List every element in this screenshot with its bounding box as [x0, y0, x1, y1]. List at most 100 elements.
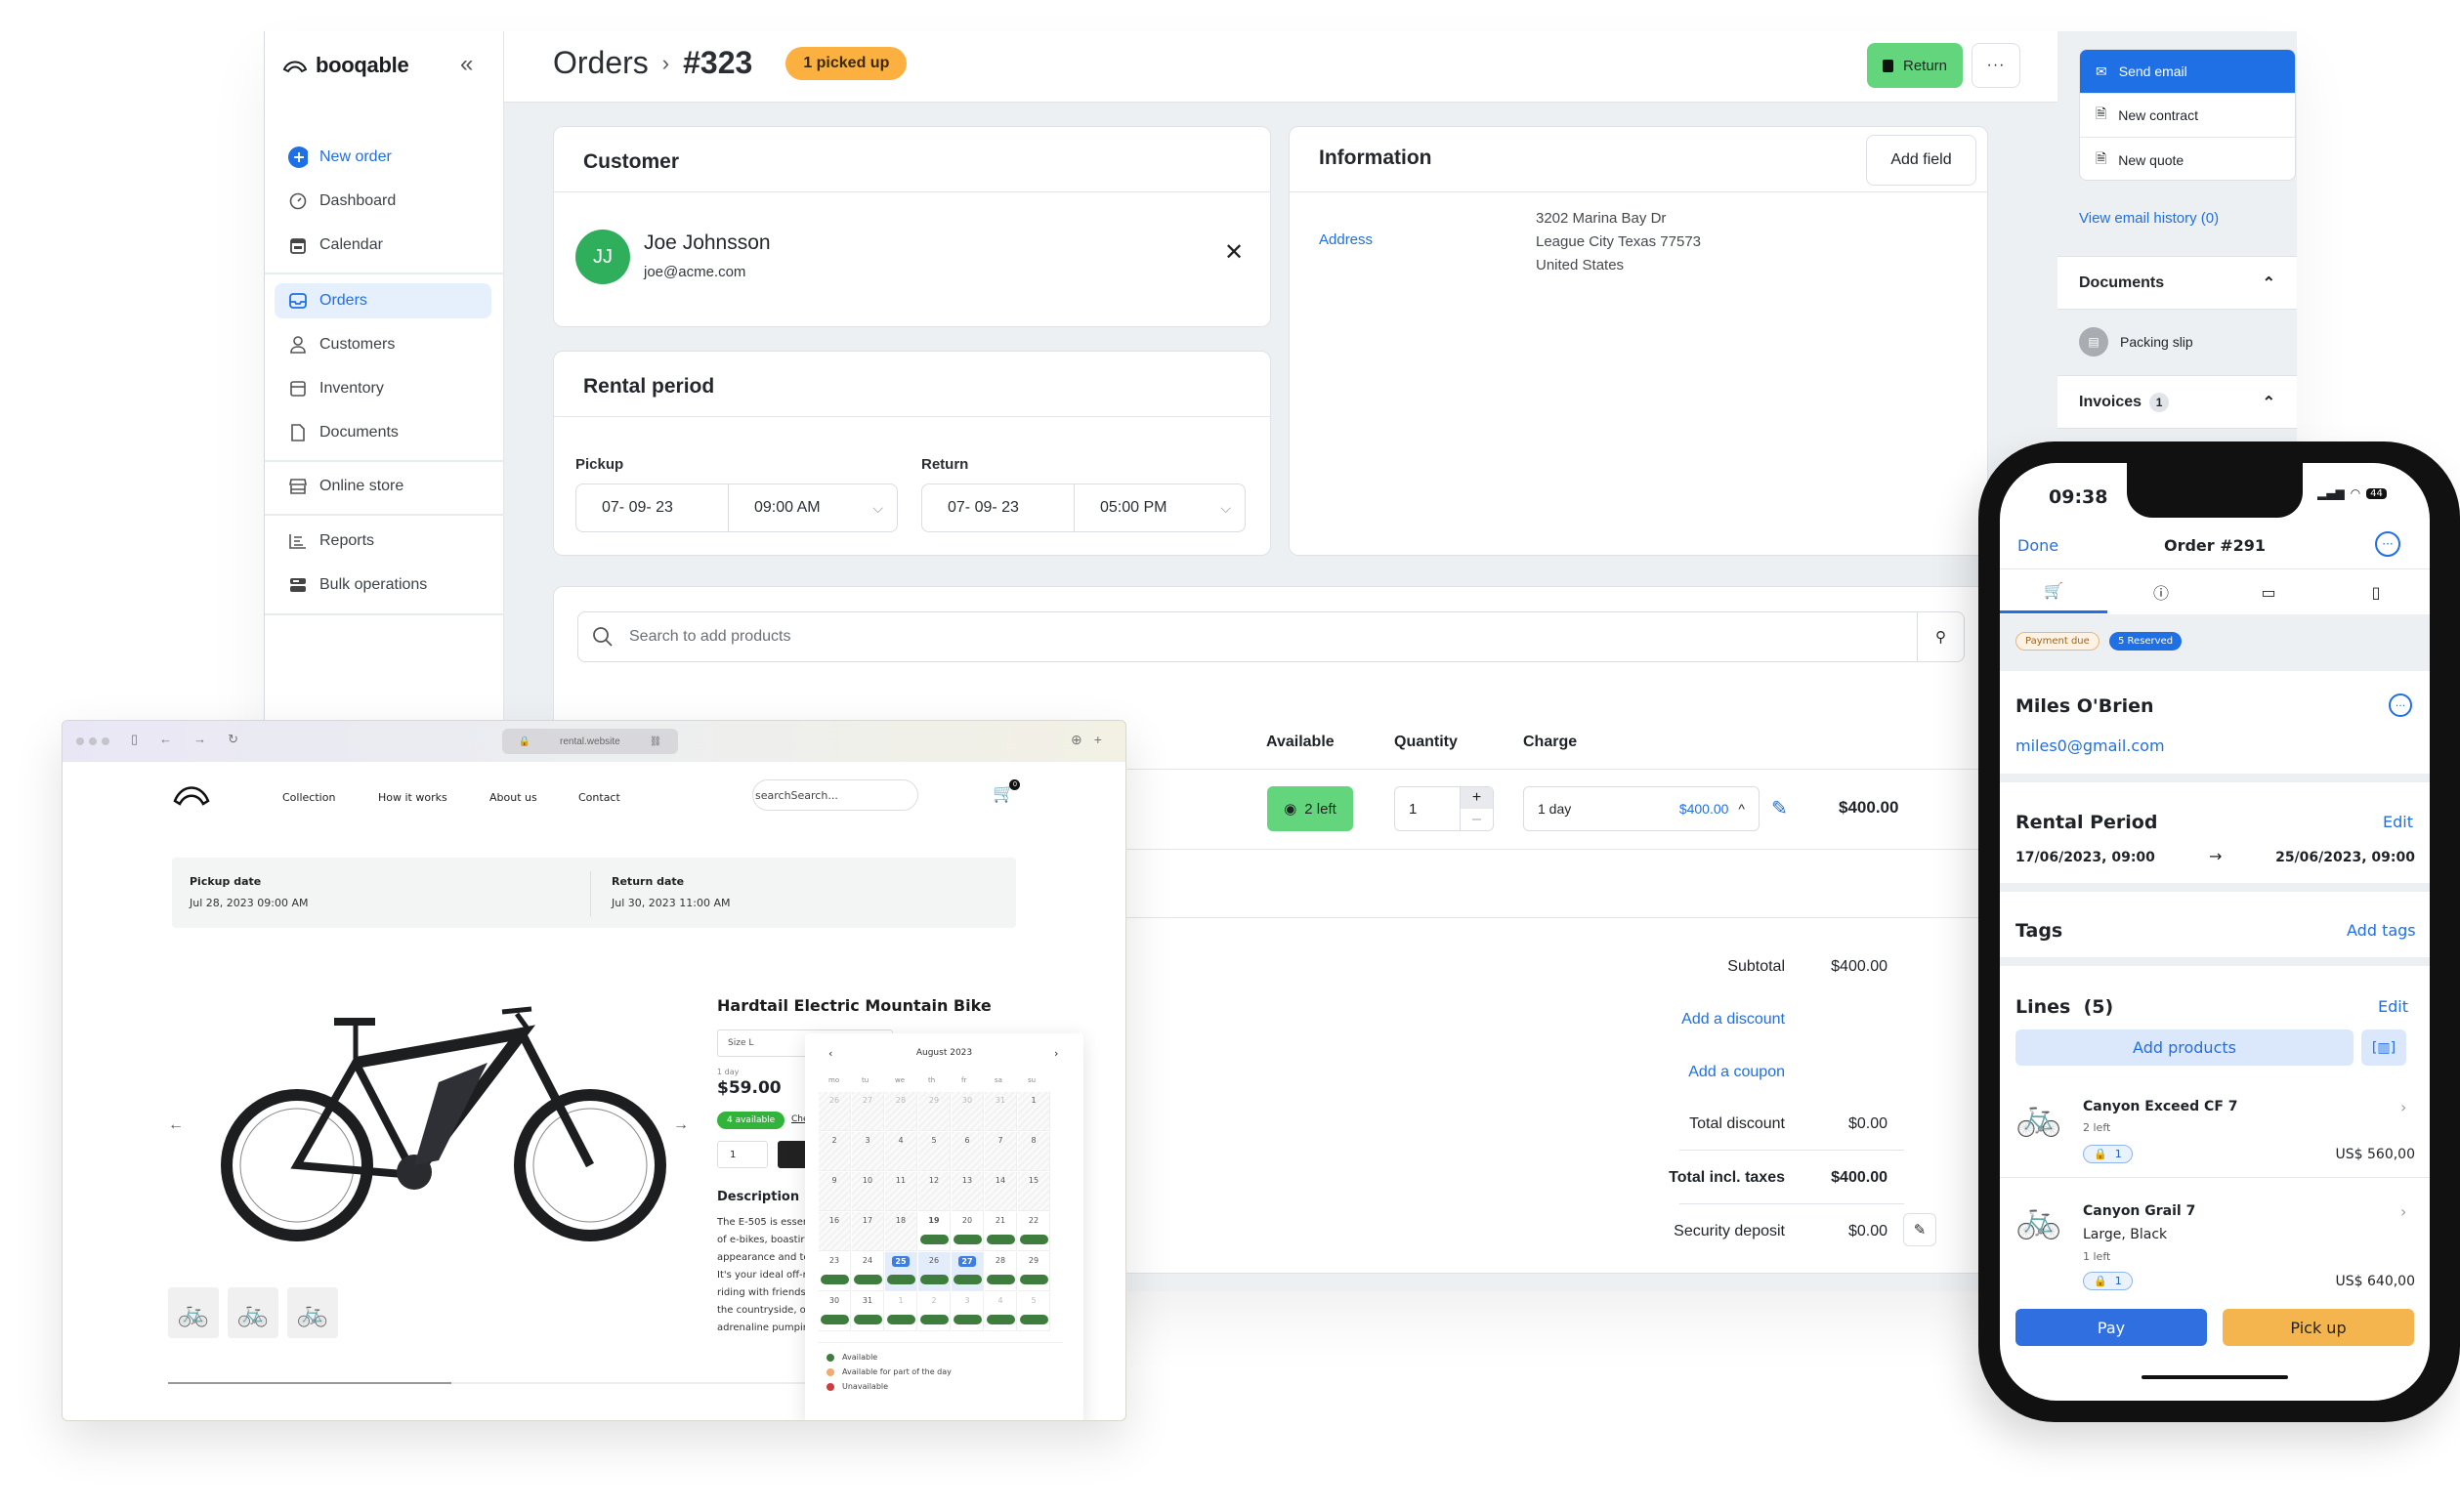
quantity-stepper[interactable]: 1 + – [1394, 786, 1494, 831]
sidebar-toggle-icon[interactable]: ▯ [131, 732, 138, 747]
calendar-day[interactable]: 4 [985, 1292, 1017, 1331]
add-tags-link[interactable]: Add tags [2347, 921, 2416, 940]
calendar-day[interactable]: 25 [885, 1252, 917, 1291]
next-month-button[interactable]: › [1054, 1047, 1058, 1060]
calendar-day[interactable]: 28 [885, 1092, 917, 1131]
nav-how-it-works[interactable]: How it works [378, 791, 447, 804]
add-coupon-link[interactable]: Add a coupon [1590, 1064, 1785, 1081]
chevron-right-icon[interactable]: › [2400, 1202, 2406, 1221]
product-search-field[interactable]: Search to add products ⚲ [577, 611, 1965, 662]
calendar-day[interactable]: 11 [885, 1172, 917, 1211]
sidebar-item-documents[interactable]: Documents [275, 415, 491, 450]
pick-up-button[interactable]: Pick up [2223, 1309, 2414, 1346]
next-image-arrow[interactable]: → [673, 1116, 689, 1134]
breadcrumb-orders-link[interactable]: Orders [553, 45, 649, 81]
calendar-day[interactable]: 2 [819, 1132, 851, 1171]
download-icon[interactable]: ⊕ [1071, 732, 1082, 748]
calendar-day[interactable]: 29 [918, 1092, 951, 1131]
calendar-day[interactable]: 18 [885, 1212, 917, 1251]
calendar-day[interactable]: 4 [885, 1132, 917, 1171]
pickup-time-select[interactable]: 09:00 AM ⌵ [728, 484, 897, 531]
pay-button[interactable]: Pay [2015, 1309, 2207, 1346]
scan-barcode-button[interactable]: [▥] [2361, 1029, 2406, 1066]
tab-cart[interactable]: 🛒 [2000, 570, 2107, 613]
new-tab-icon[interactable]: + [1094, 732, 1102, 748]
calendar-day[interactable]: 6 [952, 1132, 984, 1171]
sidebar-item-online-store[interactable]: Online store [275, 469, 491, 504]
calendar-day[interactable]: 24 [852, 1252, 884, 1291]
calendar-day[interactable]: 28 [985, 1252, 1017, 1291]
calendar-day[interactable]: 8 [1018, 1132, 1050, 1171]
calendar-day[interactable]: 30 [819, 1292, 851, 1331]
sidebar-item-reports[interactable]: Reports [275, 524, 491, 559]
line-item-name[interactable]: Canyon Grail 7 [2083, 1203, 2195, 1219]
quantity-value[interactable]: 1 [1395, 787, 1460, 830]
cart-icon[interactable]: 🛒 0 [993, 779, 1021, 804]
calendar-day[interactable]: 27 [852, 1092, 884, 1131]
store-quantity-input[interactable]: 1 [717, 1141, 768, 1168]
sidebar-item-inventory[interactable]: Inventory [275, 371, 491, 406]
line-item-name[interactable]: Canyon Exceed CF 7 [2083, 1099, 2238, 1114]
nav-collection[interactable]: Collection [282, 791, 335, 804]
edit-charge-icon[interactable]: ✎ [1771, 796, 1788, 820]
packing-slip-item[interactable]: ▤ Packing slip [2079, 327, 2193, 357]
increment-button[interactable]: + [1461, 787, 1493, 809]
calendar-day[interactable]: 1 [1018, 1092, 1050, 1131]
calendar-day[interactable]: 12 [918, 1172, 951, 1211]
store-logo-icon[interactable] [172, 779, 211, 812]
calendar-day[interactable]: 27 [952, 1252, 984, 1291]
calendar-day[interactable]: 15 [1018, 1172, 1050, 1211]
calendar-day[interactable]: 14 [985, 1172, 1017, 1211]
calendar-day[interactable]: 26 [819, 1092, 851, 1131]
rental-dates-box[interactable]: Pickup date Jul 28, 2023 09:00 AM Return… [172, 858, 1016, 928]
calendar-day[interactable]: 1 [885, 1292, 917, 1331]
customer-email[interactable]: joe@acme.com [644, 264, 745, 280]
calendar-day[interactable]: 5 [918, 1132, 951, 1171]
prev-image-arrow[interactable]: ← [168, 1116, 184, 1134]
add-field-button[interactable]: Add field [1866, 135, 1976, 186]
nav-about-us[interactable]: About us [489, 791, 537, 804]
add-discount-link[interactable]: Add a discount [1590, 1011, 1785, 1029]
calendar-day[interactable]: 21 [985, 1212, 1017, 1251]
mobile-customer-email[interactable]: miles0@gmail.com [2015, 736, 2165, 755]
address-label[interactable]: Address [1319, 231, 1373, 248]
return-time-select[interactable]: 05:00 PM ⌵ [1074, 484, 1245, 531]
customer-name[interactable]: Joe Johnsson [644, 231, 771, 255]
collapse-sidebar-icon[interactable]: « [460, 51, 473, 78]
reload-icon[interactable]: ↻ [228, 732, 238, 747]
calendar-day[interactable]: 2 [918, 1292, 951, 1331]
thumbnail-2[interactable]: 🚲 [228, 1287, 278, 1338]
return-button[interactable]: Return [1867, 43, 1963, 88]
sidebar-item-new-order[interactable]: New order [275, 140, 491, 175]
lines-edit-link[interactable]: Edit [2378, 997, 2408, 1016]
calendar-day[interactable]: 17 [852, 1212, 884, 1251]
decrement-button[interactable]: – [1461, 809, 1493, 830]
tab-info[interactable]: ⓘ [2107, 570, 2215, 613]
new-contract-button[interactable]: 🗎 New contract [2080, 94, 2295, 138]
invoices-section-header[interactable]: Invoices 1 ⌃ [2057, 375, 2297, 429]
remove-customer-icon[interactable]: ✕ [1224, 238, 1244, 267]
calendar-day[interactable]: 26 [918, 1252, 951, 1291]
edit-deposit-button[interactable]: ✎ [1903, 1213, 1936, 1246]
calendar-day[interactable]: 5 [1018, 1292, 1050, 1331]
new-quote-button[interactable]: 🗎 New quote [2080, 138, 2295, 180]
forward-arrow-icon[interactable]: → [193, 732, 206, 747]
calendar-day[interactable]: 10 [852, 1172, 884, 1211]
order-more-icon[interactable]: ··· [2375, 531, 2400, 557]
address-bar[interactable]: 🔒 rental.website ⛓ [502, 729, 678, 754]
customer-more-icon[interactable]: ··· [2389, 693, 2412, 717]
view-email-history-link[interactable]: View email history (0) [2079, 210, 2219, 227]
tab-documents[interactable]: ▯ [2322, 570, 2430, 613]
calendar-day[interactable]: 31 [985, 1092, 1017, 1131]
calendar-day[interactable]: 29 [1018, 1252, 1050, 1291]
thumbnail-3[interactable]: 🚲 [287, 1287, 338, 1338]
charge-select[interactable]: 1 day $400.00 ^ [1523, 786, 1760, 831]
nav-contact[interactable]: Contact [578, 791, 620, 804]
rental-edit-link[interactable]: Edit [2383, 813, 2413, 831]
calendar-day[interactable]: 9 [819, 1172, 851, 1211]
brand-logo[interactable]: booqable [282, 53, 409, 78]
store-search-input[interactable]: searchSearch... [752, 779, 918, 811]
calendar-day[interactable]: 31 [852, 1292, 884, 1331]
calendar-day[interactable]: 30 [952, 1092, 984, 1131]
sidebar-item-dashboard[interactable]: Dashboard [275, 184, 491, 219]
